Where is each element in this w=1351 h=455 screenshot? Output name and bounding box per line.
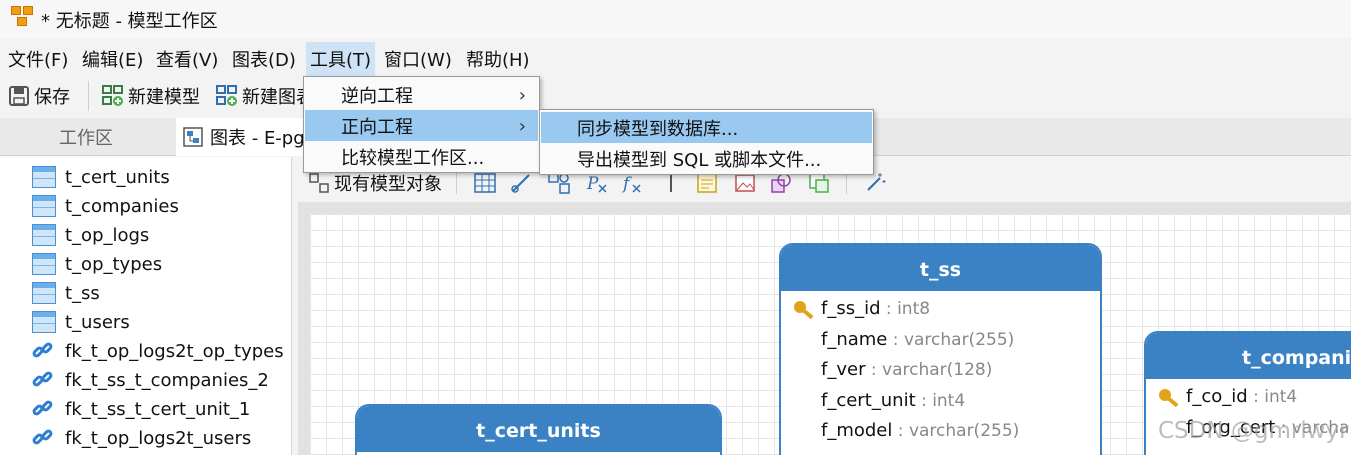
watermark: CSDN @gmrlwyr (1158, 418, 1349, 444)
diagram-tab-icon (182, 126, 204, 148)
menu-tools[interactable]: 工具(T) (306, 42, 376, 76)
view-icon[interactable] (548, 172, 570, 194)
link-icon (30, 427, 56, 449)
tree-item-label: t_ss (65, 282, 100, 304)
title-bar: * 无标题 - 模型工作区 (0, 0, 1351, 38)
window-title: * 无标题 - 模型工作区 (41, 11, 218, 32)
table-icon (32, 311, 56, 333)
new-model-label: 新建模型 (128, 87, 200, 108)
tree-item-label: fk_t_ss_t_companies_2 (65, 369, 269, 391)
tree-item-label: t_companies (65, 195, 179, 217)
chevron-right-icon: › (518, 85, 526, 106)
primary-key-icon (794, 299, 816, 321)
menu-file[interactable]: 文件(F) (8, 46, 68, 72)
image-icon[interactable] (734, 172, 756, 194)
table-icon (32, 224, 56, 246)
tree-item-label: t_op_logs (65, 224, 150, 246)
tree-item-foreign-key[interactable]: fk_t_ss_t_companies_2 (30, 366, 269, 394)
menu-help[interactable]: 帮助(H) (466, 46, 530, 72)
entity-t-ss[interactable]: t_ss f_ss_id : int8 f_name : varchar(255… (779, 243, 1102, 455)
entity-title: t_compani (1146, 333, 1351, 379)
tree-item-label: fk_t_op_logs2t_op_types (65, 340, 284, 362)
toolbar-divider (88, 81, 89, 111)
entity-field[interactable]: f_co_id : int4 (1186, 386, 1297, 407)
tree-item-label: fk_t_op_logs2t_users (65, 427, 252, 449)
entity-field[interactable]: f_name : varchar(255) (821, 329, 1014, 350)
tree-item-table[interactable]: t_op_logs (32, 221, 149, 249)
chevron-right-icon: › (518, 116, 526, 137)
function-icon[interactable]: f (621, 172, 644, 194)
tree-item-label: t_op_types (65, 253, 163, 275)
tree-item-foreign-key[interactable]: fk_t_ss_t_cert_unit_1 (30, 395, 251, 423)
existing-objects-button[interactable]: 现有模型对象 (308, 170, 442, 196)
table-icon (32, 282, 56, 304)
model-object-tree: t_cert_units t_companies t_op_logs t_op_… (0, 157, 292, 455)
save-icon (8, 85, 30, 107)
save-button[interactable]: 保存 (8, 83, 70, 109)
menu-item-label: 正向工程 (341, 116, 413, 138)
app-logo-icon (10, 5, 36, 29)
tree-item-table[interactable]: t_users (32, 308, 130, 336)
tree-item-table[interactable]: t_ss (32, 279, 100, 307)
entity-title: t_ss (781, 245, 1100, 291)
menu-item-label: 逆向工程 (341, 85, 413, 107)
tree-item-table[interactable]: t_companies (32, 192, 179, 220)
link-icon (30, 340, 56, 362)
tree-item-label: t_users (65, 311, 130, 333)
menu-item-sync-model-to-database[interactable]: 同步模型到数据库... (541, 112, 872, 143)
menu-item-reverse-engineering[interactable]: 逆向工程 › (305, 79, 538, 110)
table-icon (32, 195, 56, 217)
tools-menu-dropdown: 逆向工程 › 正向工程 › 比较模型工作区... (303, 76, 540, 173)
primary-key-icon (1159, 387, 1181, 409)
tree-item-label: fk_t_ss_t_cert_unit_1 (65, 398, 251, 420)
tree-item-table[interactable]: t_op_types (32, 250, 162, 278)
new-model-icon (102, 85, 124, 107)
link-icon (30, 398, 56, 420)
grid-table-icon[interactable] (474, 172, 496, 194)
tree-item-foreign-key[interactable]: fk_t_op_logs2t_op_types (30, 337, 284, 365)
layer-icon[interactable] (808, 172, 830, 194)
shape-icon[interactable] (770, 172, 792, 194)
tree-item-table[interactable]: t_cert_units (32, 163, 170, 191)
menu-diagram[interactable]: 图表(D) (232, 46, 296, 72)
entity-field[interactable]: f_ss_id : int8 (821, 298, 930, 319)
new-model-button[interactable]: 新建模型 (102, 83, 200, 109)
entity-field[interactable]: f_model : varchar(255) (821, 420, 1019, 441)
entity-field[interactable]: f_cert_unit : int4 (821, 390, 965, 411)
new-diagram-button[interactable]: 新建图表 (216, 83, 314, 109)
menu-item-label: 同步模型到数据库... (577, 118, 739, 140)
tree-item-label: t_cert_units (65, 166, 170, 188)
menu-bar: 文件(F) 编辑(E) 查看(V) 图表(D) 工具(T) 窗口(W) 帮助(H… (0, 40, 1351, 76)
svg-text:P: P (586, 174, 599, 194)
menu-edit[interactable]: 编辑(E) (82, 46, 143, 72)
menu-view[interactable]: 查看(V) (156, 46, 218, 72)
table-icon (32, 166, 56, 188)
menu-window[interactable]: 窗口(W) (384, 46, 452, 72)
menu-item-compare-workspace[interactable]: 比较模型工作区... (305, 141, 538, 172)
entity-title: t_cert_units (357, 406, 720, 452)
note-icon[interactable] (696, 172, 718, 194)
save-label: 保存 (34, 87, 70, 108)
relation-icon[interactable] (510, 172, 532, 194)
new-diagram-icon (216, 85, 238, 107)
existing-objects-label: 现有模型对象 (334, 174, 442, 195)
procedure-icon[interactable]: P (586, 172, 608, 194)
menu-item-export-model-to-sql[interactable]: 导出模型到 SQL 或脚本文件... (541, 143, 872, 174)
entity-field[interactable]: f_ver : varchar(128) (821, 359, 992, 380)
magic-wand-icon[interactable] (864, 172, 886, 194)
svg-text:f: f (622, 174, 632, 194)
tree-item-foreign-key[interactable]: fk_t_op_logs2t_users (30, 424, 252, 452)
entity-t-cert-units[interactable]: t_cert_units (355, 404, 722, 455)
menu-item-label: 比较模型工作区... (341, 147, 485, 169)
table-icon (32, 253, 56, 275)
objects-icon (308, 172, 330, 194)
menu-item-label: 导出模型到 SQL 或脚本文件... (577, 149, 822, 171)
tab-workspace[interactable]: 工作区 (0, 118, 172, 156)
link-icon (30, 369, 56, 391)
tab-diagram-label: 图表 - E-pg (210, 128, 305, 149)
forward-engineering-submenu: 同步模型到数据库... 导出模型到 SQL 或脚本文件... (539, 109, 874, 175)
menu-item-forward-engineering[interactable]: 正向工程 › (305, 110, 538, 141)
